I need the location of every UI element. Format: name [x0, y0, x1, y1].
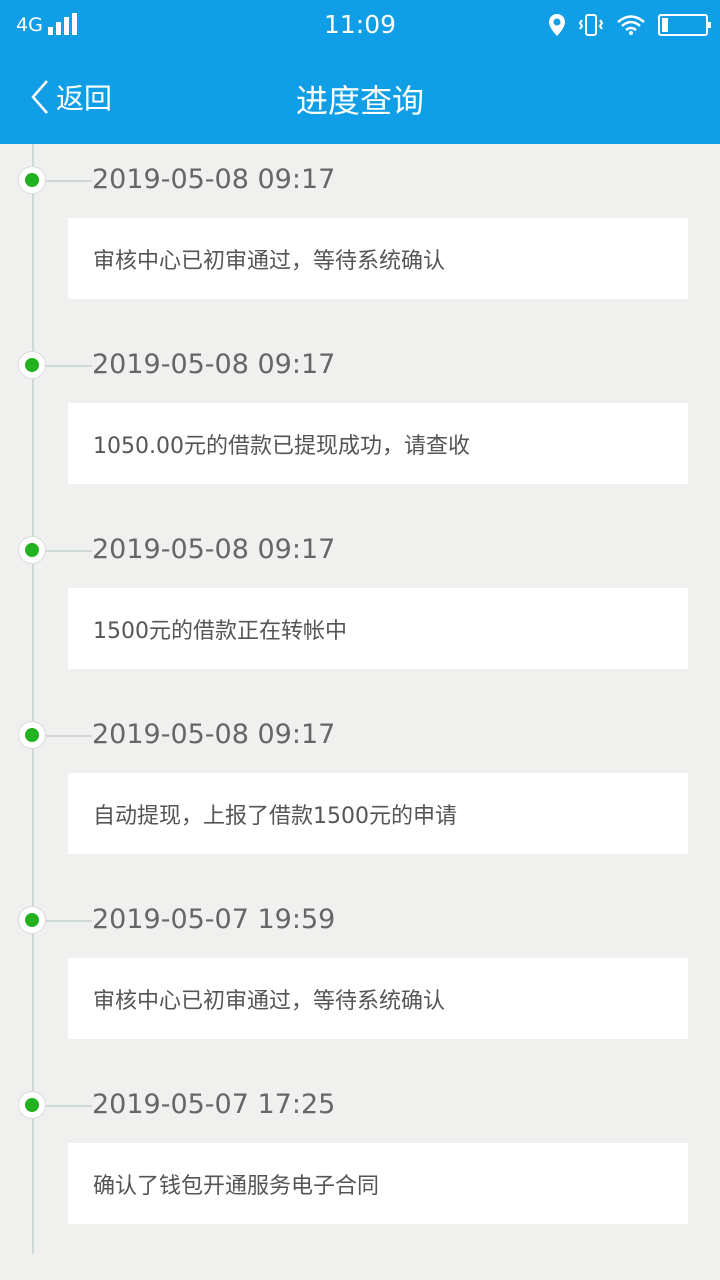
timeline-dot — [18, 536, 46, 564]
entry-message: 确认了钱包开通服务电子合同 — [93, 1173, 380, 1199]
top-bar: 4G 11:09 返回 进度查询 — [0, 0, 720, 144]
timeline-entry: 2019-05-08 09:17 1500元的借款正在转帐中 — [0, 516, 720, 701]
entry-timestamp: 2019-05-08 09:17 — [92, 164, 336, 195]
status-bar: 4G 11:09 — [0, 0, 720, 50]
timeline-dot — [18, 166, 46, 194]
entry-timestamp: 2019-05-08 09:17 — [92, 719, 336, 750]
timeline-dot — [18, 351, 46, 379]
battery-icon — [658, 14, 711, 36]
timeline-entry: 2019-05-07 19:59 审核中心已初审通过，等待系统确认 — [0, 886, 720, 1071]
entry-card: 1050.00元的借款已提现成功，请查收 — [68, 403, 688, 484]
status-icons — [548, 12, 711, 38]
timeline-entry: 2019-05-08 09:17 1050.00元的借款已提现成功，请查收 — [0, 331, 720, 516]
entry-timestamp: 2019-05-07 19:59 — [92, 904, 336, 935]
page-title: 进度查询 — [295, 82, 424, 120]
entry-card: 审核中心已初审通过，等待系统确认 — [68, 958, 688, 1039]
entry-message: 1050.00元的借款已提现成功，请查收 — [93, 433, 470, 459]
timeline-entry: 2019-05-08 09:17 自动提现，上报了借款1500元的申请 — [0, 701, 720, 886]
timeline-dot — [18, 906, 46, 934]
entry-message: 自动提现，上报了借款1500元的申请 — [93, 803, 457, 829]
entry-message: 1500元的借款正在转帐中 — [93, 618, 347, 644]
entry-card: 审核中心已初审通过，等待系统确认 — [68, 218, 688, 299]
timeline-entry: 2019-05-07 17:25 确认了钱包开通服务电子合同 — [0, 1071, 720, 1256]
timeline-connector — [46, 365, 92, 367]
nav-bar: 返回 进度查询 — [0, 50, 720, 144]
entry-timestamp: 2019-05-08 09:17 — [92, 349, 336, 380]
location-icon — [549, 14, 565, 36]
entry-message: 审核中心已初审通过，等待系统确认 — [93, 248, 446, 274]
entry-timestamp: 2019-05-07 17:25 — [92, 1089, 336, 1120]
entry-timestamp: 2019-05-08 09:17 — [92, 534, 336, 565]
timeline-entry: 2019-05-08 09:17 审核中心已初审通过，等待系统确认 — [0, 146, 720, 331]
entry-card: 自动提现，上报了借款1500元的申请 — [68, 773, 688, 854]
timeline-connector — [46, 180, 92, 182]
timeline-connector — [46, 550, 92, 552]
timeline-connector — [46, 1105, 92, 1107]
timeline-connector — [46, 920, 92, 922]
wifi-icon — [617, 15, 645, 35]
timeline-connector — [46, 735, 92, 737]
entry-card: 确认了钱包开通服务电子合同 — [68, 1143, 688, 1224]
vibrate-icon — [578, 14, 604, 36]
timeline-dot — [18, 1091, 46, 1119]
entry-message: 审核中心已初审通过，等待系统确认 — [93, 988, 446, 1014]
timeline-dot — [18, 721, 46, 749]
entry-card: 1500元的借款正在转帐中 — [68, 588, 688, 669]
